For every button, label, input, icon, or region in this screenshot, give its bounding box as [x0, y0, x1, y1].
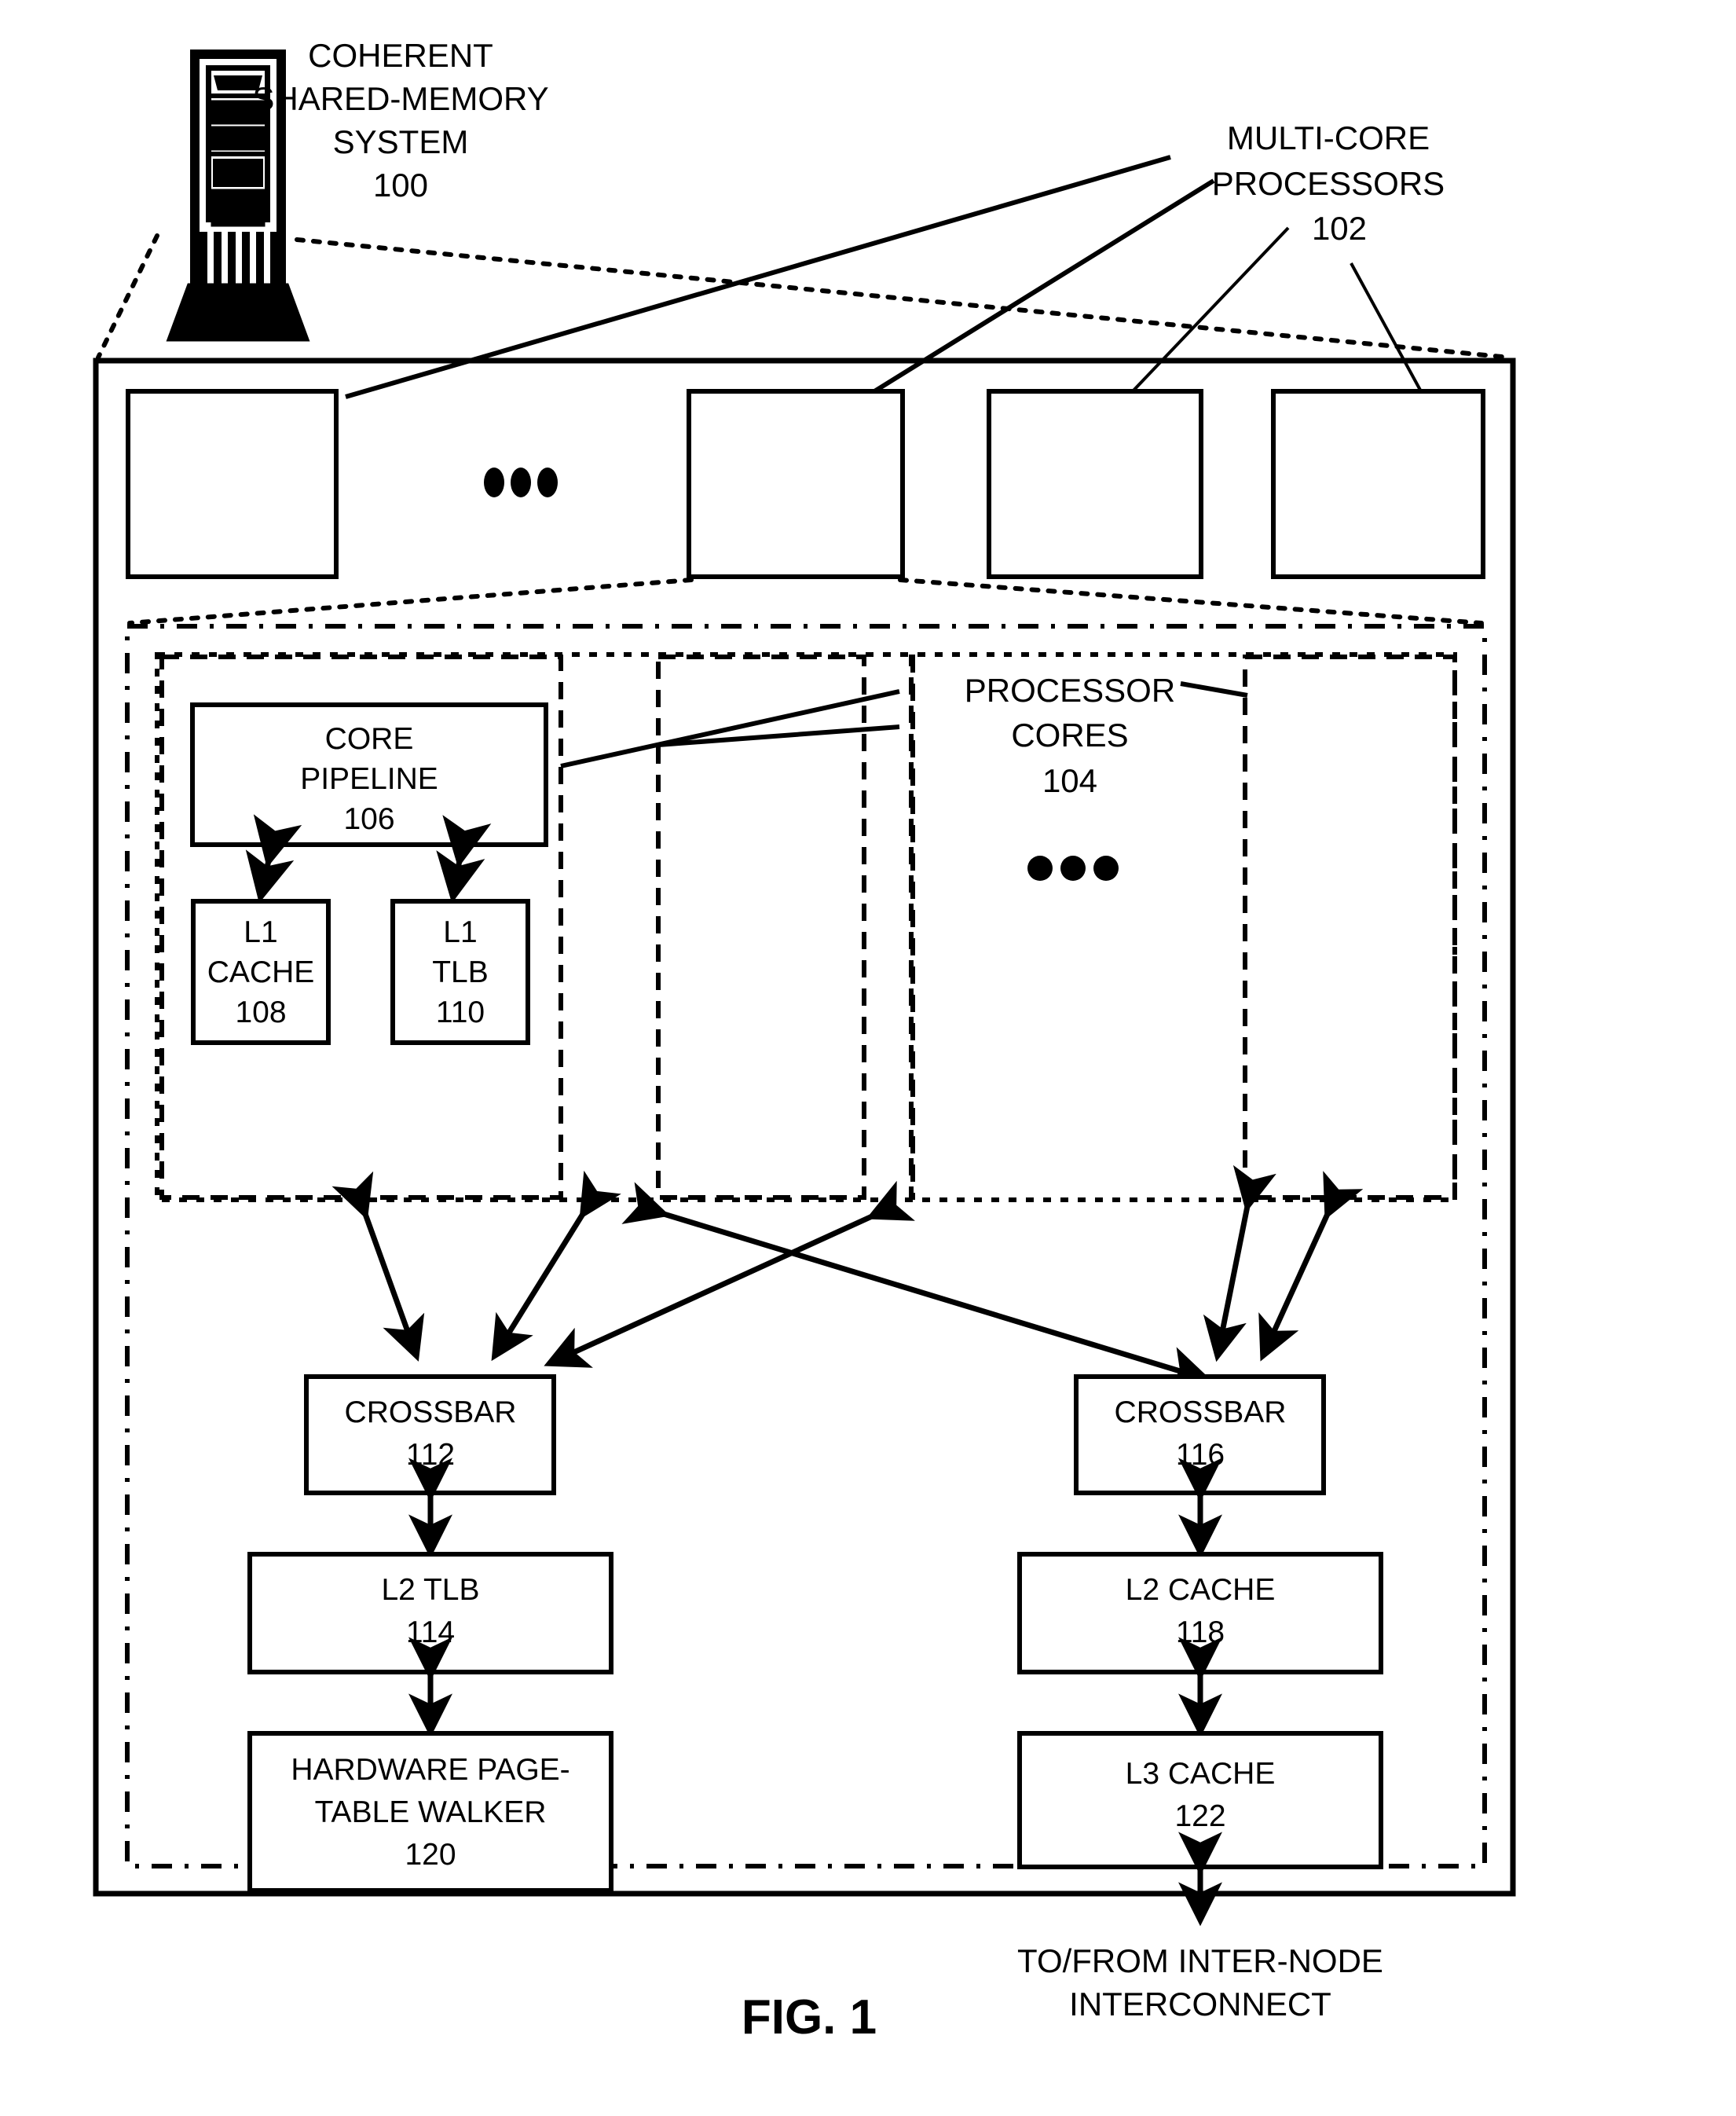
l1-cache-line1: L1	[244, 915, 277, 949]
processors-callout-ref: 102	[1312, 210, 1367, 247]
l3-cache-label: L3 CACHE	[1126, 1757, 1276, 1791]
pipeline-cache-arrows	[245, 814, 492, 904]
processor-box-3	[987, 389, 1203, 579]
ellipsis-icon-cores	[1027, 856, 1119, 881]
system-callout-line2: SHARED-MEMORY	[252, 80, 548, 117]
core-pipeline-line2: PIPELINE	[300, 762, 438, 796]
cores-callout-ref: 104	[1042, 762, 1097, 799]
crossbar-112-ref: 112	[406, 1438, 455, 1472]
l2-tlb-box	[247, 1552, 613, 1674]
page-table-walker-line2: TABLE WALKER	[315, 1795, 547, 1829]
interconnect-line2: INTERCONNECT	[1069, 1986, 1331, 2022]
crossbar-116-box	[1074, 1374, 1326, 1495]
figure-caption: FIG. 1	[742, 1990, 877, 2044]
processor-box-2	[687, 389, 905, 579]
page-table-walker-line1: HARDWARE PAGE-	[291, 1753, 570, 1787]
core-pipeline-ref: 106	[343, 802, 394, 836]
page-table-walker-ref: 120	[405, 1838, 456, 1872]
processor-expansion-leaders	[127, 578, 1484, 625]
core-box-4	[1243, 655, 1457, 1200]
crossbar-interconnect-arrows	[331, 1164, 1364, 1389]
callout-processor-cores: PROCESSOR CORES 104	[965, 672, 1175, 799]
crossbar-116-ref: 116	[1176, 1438, 1225, 1472]
l1-tlb-line2: TLB	[432, 955, 489, 989]
patent-figure-1: COHERENT SHARED-MEMORY SYSTEM 100 MULTI-…	[0, 0, 1736, 2116]
system-expansion-leaders	[96, 233, 1512, 360]
l1-cache-line2: CACHE	[207, 955, 315, 989]
crossbar-116-label: CROSSBAR	[1115, 1395, 1287, 1429]
core-pipeline-line1: CORE	[325, 722, 414, 756]
interconnect-annotation: TO/FROM INTER-NODE INTERCONNECT	[1017, 1942, 1383, 2022]
callout-multi-core-processors: MULTI-CORE PROCESSORS 102	[1212, 119, 1445, 247]
l1-tlb-line1: L1	[443, 915, 477, 949]
interconnect-line1: TO/FROM INTER-NODE	[1017, 1942, 1383, 1979]
cores-callout-line1: PROCESSOR	[965, 672, 1175, 709]
cores-callout-line2: CORES	[1011, 717, 1128, 754]
l2-cache-box	[1017, 1552, 1383, 1674]
system-callout-line1: COHERENT	[308, 37, 493, 74]
system-callout-line3: SYSTEM	[333, 123, 469, 160]
core-box-3-edge	[909, 655, 915, 1200]
l1-cache-ref: 108	[235, 996, 286, 1029]
figure-diagram: COHERENT SHARED-MEMORY SYSTEM 100 MULTI-…	[93, 37, 1516, 2044]
processor-box-1	[126, 389, 339, 579]
l2-cache-label: L2 CACHE	[1126, 1573, 1276, 1607]
l2-tlb-label: L2 TLB	[381, 1573, 479, 1607]
l3-cache-ref: 122	[1174, 1799, 1225, 1833]
callout-coherent-shared-memory-system: COHERENT SHARED-MEMORY SYSTEM 100	[252, 37, 548, 204]
l2-cache-ref: 118	[1176, 1615, 1225, 1649]
crossbar-112-box	[304, 1374, 556, 1495]
processor-box-4	[1271, 389, 1485, 579]
crossbar-112-label: CROSSBAR	[345, 1395, 517, 1429]
processors-callout-line2: PROCESSORS	[1212, 165, 1445, 202]
processors-callout-line1: MULTI-CORE	[1227, 119, 1430, 156]
ellipsis-icon-processors	[484, 468, 558, 497]
system-callout-ref: 100	[373, 167, 428, 204]
l1-tlb-ref: 110	[436, 996, 485, 1029]
l2-tlb-ref: 114	[406, 1615, 455, 1649]
